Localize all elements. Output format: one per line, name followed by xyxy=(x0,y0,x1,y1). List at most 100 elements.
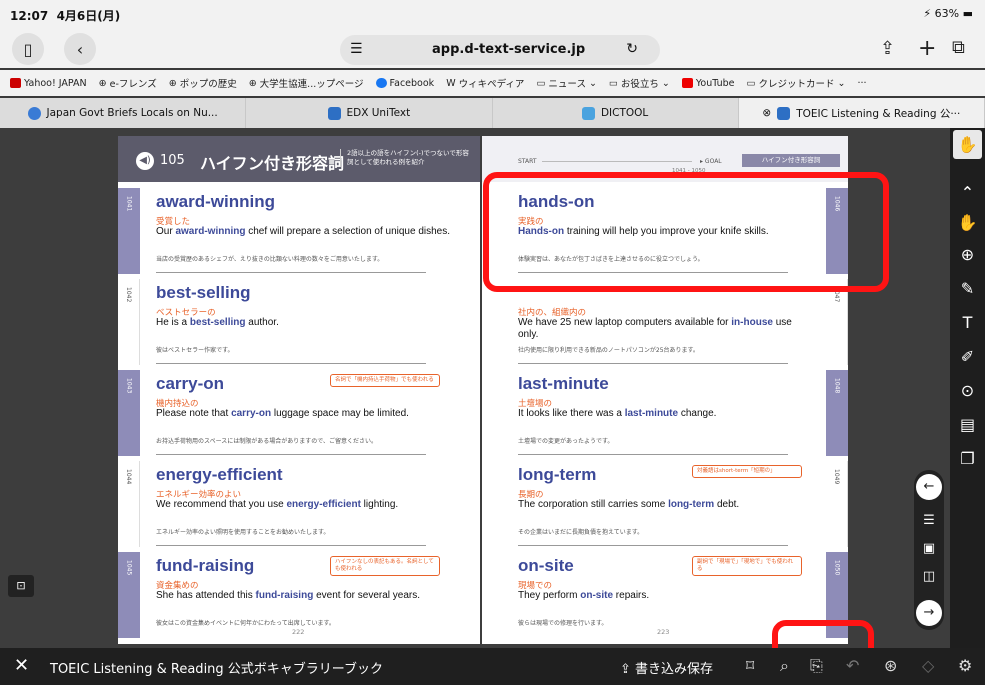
divider xyxy=(156,454,426,455)
bookmark-icon[interactable]: ⌑ xyxy=(746,656,754,675)
copy-icon[interactable]: ❐ xyxy=(953,444,982,473)
audio-icon[interactable]: ◀) xyxy=(136,152,154,170)
arrow-right-icon[interactable]: → xyxy=(916,600,942,626)
entry-translation: 彼はベストセラー作家です。 xyxy=(156,347,234,354)
chevron-left-icon: ‹ xyxy=(76,39,84,59)
entry-number-tab: 1041 xyxy=(118,188,140,274)
reload-icon[interactable]: ↻ xyxy=(626,41,638,57)
divider xyxy=(156,272,426,273)
share-icon[interactable]: ⇪ xyxy=(880,38,895,59)
entry-sentence: We have 25 new laptop computers availabl… xyxy=(518,317,792,340)
pen-icon[interactable]: ✎ xyxy=(953,274,982,303)
sidebar-icon: ▯ xyxy=(23,39,33,59)
section-header: ◀) 105 ハイフン付き形容詞 2語以上の語をハイフン(-)でつないで形容詞と… xyxy=(118,136,480,182)
toeic-favicon-icon xyxy=(777,106,791,120)
bottom-bar: ✕ TOEIC Listening & Reading 公式ボキャブラリーブック… xyxy=(0,648,985,685)
list-icon[interactable]: ☰ xyxy=(916,508,942,534)
search-icon[interactable]: ⌕ xyxy=(780,656,789,676)
close-tab-icon[interactable]: ⊗ xyxy=(762,107,771,119)
bookmark-page-icon[interactable]: ▣ xyxy=(916,536,942,562)
undo-icon[interactable]: ↶ xyxy=(846,656,859,675)
bookmark-item[interactable]: ⊕ e-フレンズ xyxy=(98,76,157,91)
settings-gear-icon[interactable]: ⚙ xyxy=(958,656,972,675)
news-favicon-icon xyxy=(27,106,41,120)
status-bar: 12:07 4月6日(月) ⚡ 63% ▬ xyxy=(0,0,985,30)
tab-dictool[interactable]: DICTOOL xyxy=(493,98,739,128)
divider xyxy=(518,454,788,455)
folder-icon: ▭ xyxy=(608,77,618,89)
layers-icon[interactable]: ◇ xyxy=(922,656,934,675)
bookmark-item[interactable]: W ウィキペディア xyxy=(446,76,524,91)
marker-icon[interactable]: ✐ xyxy=(953,342,982,371)
hand-tool-icon[interactable]: ✋ xyxy=(953,130,982,159)
start-label: START xyxy=(518,158,537,165)
sticky-note-icon[interactable]: ▤ xyxy=(953,410,982,439)
entry-number-tab: 1045 xyxy=(118,552,140,638)
tab-toeic[interactable]: ⊗ TOEIC Listening & Reading 公··· xyxy=(738,98,985,128)
entry-sentence: We recommend that you use energy-efficie… xyxy=(156,499,399,510)
arrow-left-icon[interactable]: ← xyxy=(916,474,942,500)
page-number: 223 xyxy=(657,628,670,636)
pin-icon[interactable]: ⊙ xyxy=(953,376,982,405)
back-button[interactable]: ‹ xyxy=(64,33,96,65)
entry-number-tab: 1044 xyxy=(118,461,140,547)
entry-note: 名詞で「機内持込手荷物」でも使われる xyxy=(330,374,440,387)
goal-label: ▸ GOAL xyxy=(700,158,722,165)
dictool-favicon-icon xyxy=(581,106,595,120)
zoom-in-icon[interactable]: ⊕ xyxy=(953,240,982,269)
tabs-overview-icon[interactable]: ⧉ xyxy=(952,37,965,58)
spread-icon[interactable]: ◫ xyxy=(916,564,942,590)
entry-sentence: It looks like there was a last-minute ch… xyxy=(518,408,717,419)
wikipedia-icon: W xyxy=(446,77,456,89)
bookmark-folder[interactable]: ▭ お役立ち ⌄ xyxy=(608,76,670,91)
progress-line xyxy=(542,161,692,162)
entry-translation: お持込手荷物用のスペースには制限がある場合がありますので、ご留意ください。 xyxy=(156,438,378,445)
more-bookmarks-button[interactable]: ··· xyxy=(858,78,867,89)
battery-indicator: ⚡ 63% ▬ xyxy=(923,7,973,20)
page-number: 222 xyxy=(292,628,305,636)
bookmarks-bar: Yahoo! JAPAN ⊕ e-フレンズ ⊕ ポップの歴史 ⊕ 大学生協連...ップ… xyxy=(0,70,985,96)
left-panel-button[interactable]: ⊡ xyxy=(8,575,34,597)
address-bar[interactable]: ☰ app.d-text-service.jp ↻ xyxy=(340,35,660,65)
entry-word: energy-efficient xyxy=(156,465,283,484)
network-icon[interactable]: ⊛ xyxy=(884,656,897,675)
entry-translation: 社内使用に限り利用できる新品のノートパソコンが25台あります。 xyxy=(518,347,699,354)
audio-number: 105 xyxy=(160,153,185,168)
entry-sentence: The corporation still carries some long-… xyxy=(518,499,740,510)
section-pill: ハイフン付き形容詞 xyxy=(742,154,840,167)
tab-edx[interactable]: EDX UniText xyxy=(246,98,493,128)
bookmark-item[interactable]: YouTube xyxy=(681,78,735,89)
text-box-icon[interactable]: T xyxy=(953,308,982,337)
bookmark-folder[interactable]: ▭ ニュース ⌄ xyxy=(536,76,596,91)
bookmark-item[interactable]: Yahoo! JAPAN xyxy=(10,78,87,89)
entry-translation: 当店の受賞歴のあるシェフが、えり抜きの比類ない料理の数々をご用意いたします。 xyxy=(156,256,384,263)
divider xyxy=(156,363,426,364)
vocab-entry: 1041 award-winning 受賞した Our award-winning c… xyxy=(118,188,480,274)
bookmark-item[interactable]: ⊕ ポップの歴史 xyxy=(169,76,237,91)
sidebar-toggle-button[interactable]: ▯ xyxy=(12,33,44,65)
vocab-entry: 1042 best-selling ベストセラーの He is a best-sell… xyxy=(118,279,480,365)
browser-toolbar: ▯ ‹ ☰ app.d-text-service.jp ↻ ⇪ + ⧉ xyxy=(0,30,985,68)
hand-icon[interactable]: ✋ xyxy=(953,208,982,237)
globe-icon: ⊕ xyxy=(98,77,107,89)
new-tab-icon[interactable]: + xyxy=(918,36,936,61)
page-search-icon[interactable]: ⎘ xyxy=(810,656,823,676)
tab-news[interactable]: Japan Govt Briefs Locals on Nu... xyxy=(0,98,247,128)
entry-translation: 彼女はこの資金集めイベントに何年かにわたって出席しています。 xyxy=(156,620,335,627)
url-text: app.d-text-service.jp xyxy=(432,42,586,57)
vocab-entry: 1043 carry-on 機内持込の Please note that carry-… xyxy=(118,370,480,456)
collapse-icon[interactable]: ⌃ xyxy=(953,178,982,207)
entry-number-tab: 1049 xyxy=(826,461,848,547)
page-nav-float: ← ☰ ▣ ◫ → xyxy=(914,470,944,630)
entry-note: 副詞で「現場で」「現地で」でも使われる xyxy=(692,556,802,576)
bookmark-item[interactable]: ⊕ 大学生協連...ップページ xyxy=(249,76,364,91)
save-annotations-button[interactable]: ⇪ 書き込み保存 xyxy=(620,658,713,677)
entry-sentence: Please note that carry-on luggage space … xyxy=(156,408,409,419)
bookmark-item[interactable]: Facebook xyxy=(375,78,434,89)
bookmark-folder[interactable]: ▭ クレジットカード ⌄ xyxy=(747,76,846,91)
close-icon[interactable]: ✕ xyxy=(14,655,29,676)
entry-note: 対義語はshort-term「短期の」 xyxy=(692,465,802,478)
section-subtitle: 2語以上の語をハイフン(-)でつないで形容詞として使われる例を紹介 xyxy=(340,149,470,167)
divider xyxy=(518,545,788,546)
status-time: 12:07 4月6日(月) xyxy=(10,9,121,23)
